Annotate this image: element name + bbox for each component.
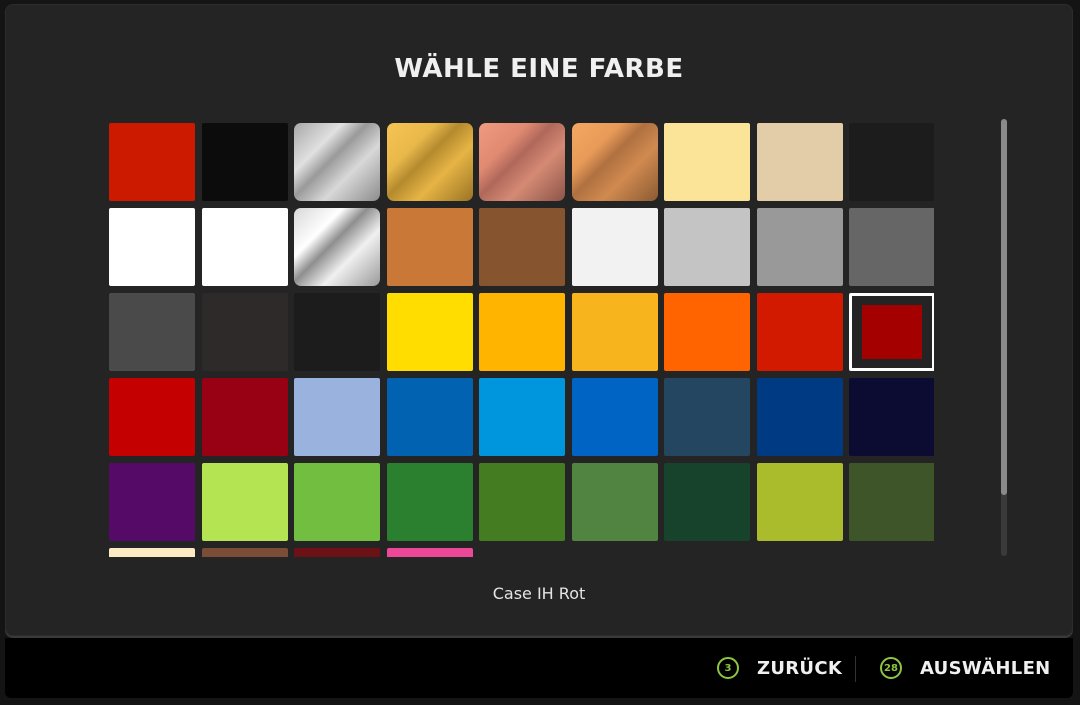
color-swatch[interactable] [849, 123, 934, 201]
color-swatch[interactable] [294, 548, 380, 557]
dialog-title: WÄHLE EINE FARBE [394, 54, 684, 84]
color-swatch[interactable] [479, 378, 565, 456]
color-swatch[interactable] [109, 548, 195, 557]
color-swatch[interactable] [386, 208, 473, 286]
color-swatch[interactable] [571, 293, 658, 371]
color-swatch[interactable] [756, 463, 843, 541]
color-swatch[interactable] [664, 463, 750, 541]
color-swatch[interactable] [571, 123, 658, 201]
selected-color-name: Case IH Rot [492, 584, 586, 603]
footer-bar: 3 ZURÜCK 28 AUSWÄHLEN [5, 638, 1073, 698]
color-swatch[interactable] [294, 123, 380, 201]
selected-swatch-fill [862, 305, 922, 359]
scrollbar-thumb[interactable] [1001, 119, 1007, 495]
color-swatch[interactable] [571, 378, 658, 456]
color-swatch[interactable] [201, 463, 288, 541]
color-swatch[interactable] [664, 378, 750, 456]
color-swatch[interactable] [109, 463, 195, 541]
color-swatch[interactable] [479, 123, 565, 201]
color-swatch[interactable] [109, 293, 195, 371]
color-swatch-selected[interactable] [849, 293, 934, 371]
color-swatch[interactable] [664, 123, 750, 201]
color-swatch[interactable] [109, 208, 195, 286]
color-swatch[interactable] [294, 463, 380, 541]
color-swatch[interactable] [479, 208, 565, 286]
color-swatch[interactable] [201, 208, 288, 286]
color-swatch[interactable] [756, 378, 843, 456]
color-swatch[interactable] [756, 293, 843, 371]
select-button[interactable]: 28 AUSWÄHLEN [880, 638, 1051, 698]
color-swatch[interactable] [571, 208, 658, 286]
select-button-label: AUSWÄHLEN [920, 657, 1051, 679]
color-swatch[interactable] [571, 463, 658, 541]
color-swatch[interactable] [201, 293, 288, 371]
color-swatch[interactable] [756, 123, 843, 201]
color-swatch[interactable] [386, 293, 473, 371]
color-picker-dialog: WÄHLE EINE FARBE Case IH Rot [5, 4, 1073, 636]
color-swatch[interactable] [849, 378, 934, 456]
back-button-label: ZURÜCK [757, 657, 843, 679]
back-button[interactable]: 3 ZURÜCK [717, 638, 842, 698]
scrollbar[interactable] [1001, 119, 1007, 556]
color-swatch[interactable] [849, 208, 934, 286]
color-swatch[interactable] [294, 378, 380, 456]
color-swatch[interactable] [664, 208, 750, 286]
footer-divider [855, 656, 856, 682]
color-swatch-grid [104, 119, 934, 557]
key-badge-back-icon: 3 [717, 657, 739, 679]
color-swatch[interactable] [479, 463, 565, 541]
color-swatch[interactable] [849, 463, 934, 541]
color-swatch[interactable] [386, 463, 473, 541]
color-swatch[interactable] [201, 378, 288, 456]
color-swatch[interactable] [201, 548, 288, 557]
color-swatch[interactable] [386, 123, 473, 201]
color-swatch[interactable] [386, 378, 473, 456]
color-swatch[interactable] [664, 293, 750, 371]
color-swatch[interactable] [386, 548, 473, 557]
color-swatch[interactable] [756, 208, 843, 286]
color-swatch[interactable] [479, 293, 565, 371]
color-swatch[interactable] [201, 123, 288, 201]
color-swatch[interactable] [294, 293, 380, 371]
color-swatch[interactable] [109, 378, 195, 456]
key-badge-select-icon: 28 [880, 657, 902, 679]
color-swatch[interactable] [109, 123, 195, 201]
color-swatch[interactable] [294, 208, 380, 286]
